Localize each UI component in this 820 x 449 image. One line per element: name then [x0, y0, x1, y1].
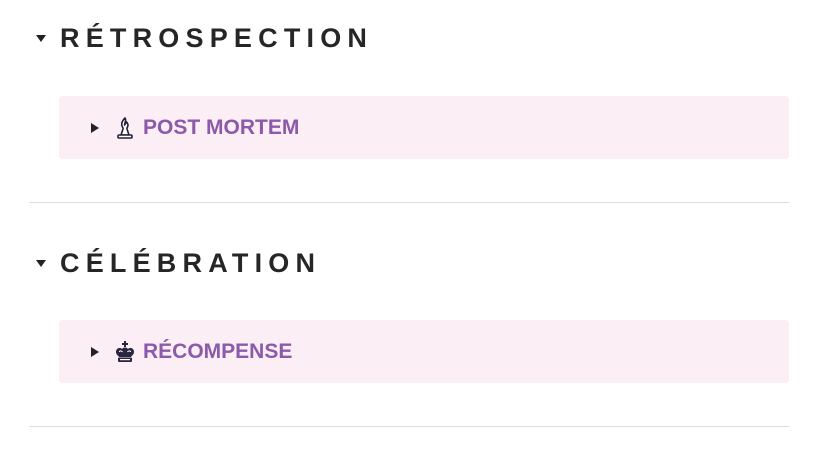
collapsed-triangle-icon[interactable]	[91, 346, 99, 357]
callout-label: RÉCOMPENSE	[143, 339, 293, 363]
section-heading-label: CÉLÉBRATION	[60, 247, 322, 278]
section-heading-label: RÉTROSPECTION	[60, 22, 374, 53]
callout-label: POST MORTEM	[143, 115, 300, 139]
expanded-triangle-icon[interactable]	[36, 35, 46, 42]
section-heading-toggle[interactable]: CÉLÉBRATION	[36, 248, 321, 278]
bishop-chess-icon	[113, 116, 137, 140]
expanded-triangle-icon[interactable]	[36, 260, 46, 267]
collapsed-triangle-icon[interactable]	[91, 122, 99, 133]
callout-toggle-post-mortem[interactable]: POST MORTEM	[59, 96, 789, 159]
section-heading-toggle[interactable]: RÉTROSPECTION	[36, 23, 373, 53]
divider	[29, 426, 789, 427]
king-chess-icon	[113, 340, 137, 364]
divider	[29, 202, 789, 203]
callout-toggle-recompense[interactable]: RÉCOMPENSE	[59, 320, 789, 383]
